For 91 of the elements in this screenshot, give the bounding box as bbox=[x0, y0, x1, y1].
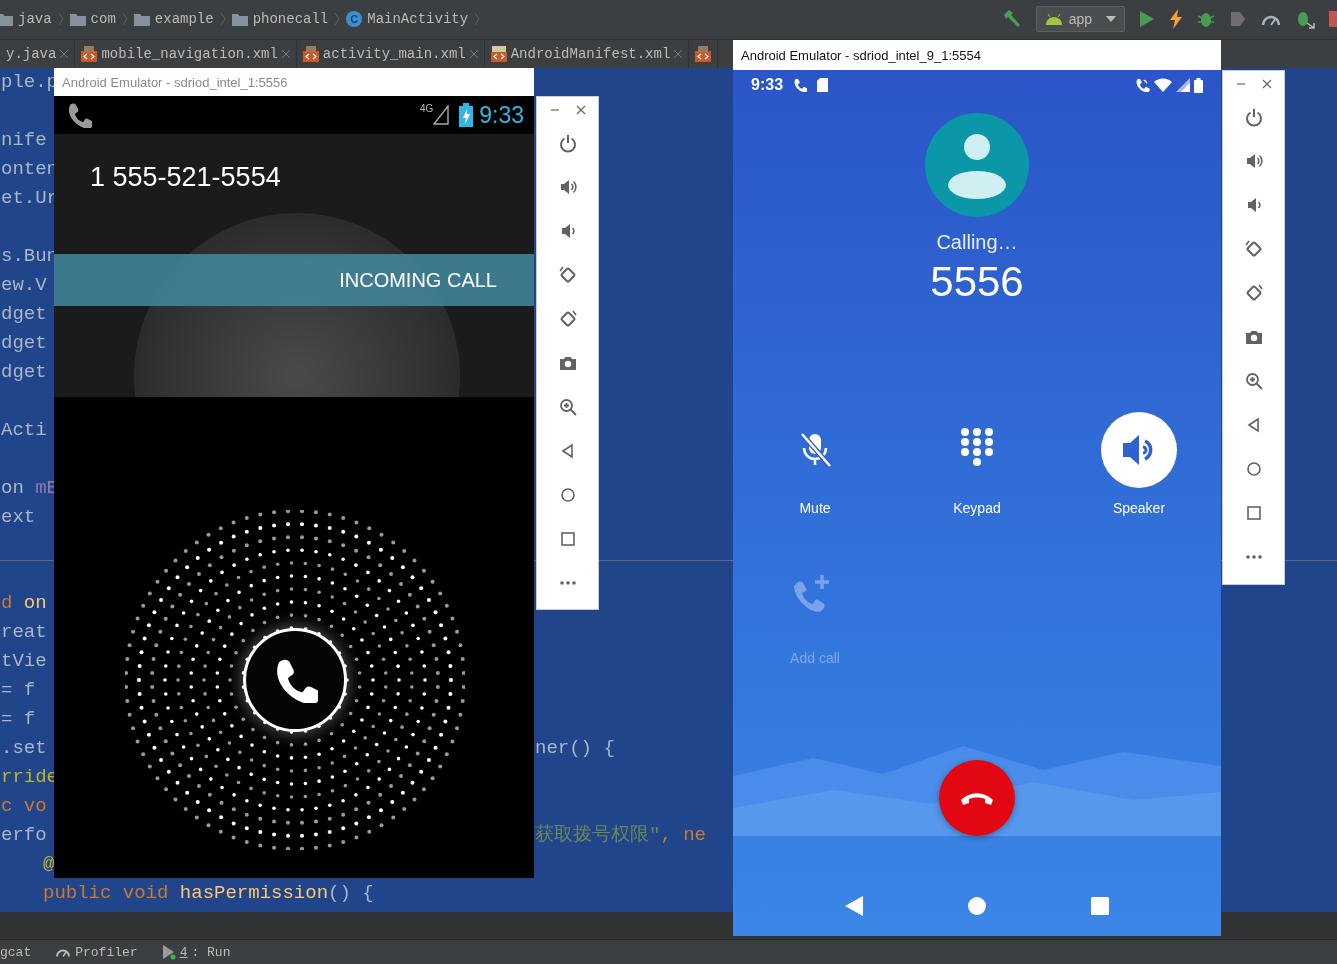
code-line: ew.V bbox=[1, 272, 47, 298]
code-line: dget bbox=[1, 301, 47, 327]
caret-icon bbox=[1106, 16, 1116, 23]
overview-icon[interactable] bbox=[1090, 897, 1109, 915]
power-icon[interactable] bbox=[1243, 107, 1264, 127]
run-icon[interactable] bbox=[1139, 10, 1155, 29]
dialed-number: 5556 bbox=[930, 257, 1024, 307]
power-icon[interactable] bbox=[557, 133, 578, 153]
breadcrumb[interactable]: java bbox=[0, 11, 52, 28]
xml-file-icon bbox=[302, 45, 319, 62]
back-icon[interactable] bbox=[845, 896, 864, 916]
code-line: tVie bbox=[1, 648, 47, 674]
zoom-in-icon[interactable] bbox=[557, 397, 578, 417]
incoming-call-banner: INCOMING CALL bbox=[54, 254, 534, 306]
folder-icon bbox=[69, 12, 86, 26]
breadcrumb[interactable]: com bbox=[69, 11, 116, 28]
speaker-icon bbox=[1101, 412, 1177, 488]
window-title: Android Emulator - sdriod_intel_9_1:5554 bbox=[733, 40, 1221, 70]
folder-icon bbox=[231, 12, 248, 26]
home-icon[interactable] bbox=[968, 897, 986, 915]
lightning-icon[interactable] bbox=[1169, 9, 1183, 30]
code-line: = f bbox=[1, 706, 36, 732]
code-line: 获取拨号权限", ne bbox=[535, 822, 706, 848]
code-line: c vo bbox=[1, 793, 47, 819]
chevron-icon bbox=[474, 12, 481, 27]
chevron-icon bbox=[121, 12, 128, 27]
rotate-left-icon[interactable] bbox=[1243, 239, 1264, 259]
rotate-left-icon[interactable] bbox=[557, 265, 578, 285]
run-icon bbox=[161, 944, 176, 960]
hang-up-icon bbox=[959, 790, 995, 806]
mute-button[interactable]: Mute bbox=[734, 412, 896, 516]
answer-button[interactable] bbox=[243, 628, 347, 732]
chevron-icon bbox=[334, 12, 341, 27]
code-line: Acti bbox=[1, 417, 47, 443]
xml-file-icon bbox=[695, 45, 712, 62]
call-status: Calling… bbox=[936, 230, 1018, 255]
signal-icon bbox=[433, 105, 450, 125]
code-line: et.Ur bbox=[1, 185, 58, 211]
battery-icon bbox=[1194, 77, 1203, 93]
close-icon[interactable] bbox=[1261, 79, 1272, 89]
code-line: dget bbox=[1, 359, 47, 385]
window-title: Android Emulator - sdriod_intel_1:5556 bbox=[54, 68, 534, 96]
class-icon: C bbox=[346, 11, 363, 28]
editor-tab[interactable]: AndroidManifest.xml bbox=[484, 39, 690, 68]
battery-icon bbox=[459, 103, 474, 127]
sd-card-icon bbox=[817, 78, 829, 92]
breadcrumb[interactable]: phonecall bbox=[231, 11, 329, 28]
code-line: reat bbox=[1, 619, 47, 645]
chevron-icon bbox=[219, 12, 226, 27]
wifi-calling-icon bbox=[1134, 78, 1150, 92]
code-line: .set bbox=[1, 735, 47, 761]
code-line: erfo bbox=[1, 822, 47, 848]
editor-tab[interactable]: mobile_navigation.xml bbox=[75, 39, 297, 68]
bug-icon[interactable] bbox=[1197, 10, 1215, 29]
signal-icon bbox=[1176, 78, 1190, 92]
run-config-dropdown[interactable]: app bbox=[1035, 6, 1125, 33]
keypad-button[interactable]: Keypad bbox=[896, 412, 1058, 516]
folder-icon bbox=[0, 12, 13, 26]
code-line: d on bbox=[1, 590, 47, 616]
tool-window-button[interactable]: gcat bbox=[0, 944, 32, 960]
code-line: ner() { bbox=[535, 735, 615, 761]
zoom-in-icon[interactable] bbox=[1243, 371, 1264, 391]
editor-tab[interactable]: y.java bbox=[0, 39, 76, 68]
editor-tab[interactable]: activity_main.xml bbox=[296, 39, 485, 68]
code-line: @ bbox=[43, 851, 55, 877]
chevron-icon bbox=[57, 12, 64, 27]
android-icon bbox=[1044, 13, 1063, 26]
speaker-button[interactable]: Speaker bbox=[1058, 412, 1220, 516]
close-icon[interactable] bbox=[575, 105, 586, 115]
code-line: public void hasPermission() { bbox=[43, 880, 374, 906]
folder-icon bbox=[133, 12, 150, 26]
tool-window-button[interactable]: Profiler bbox=[55, 944, 138, 960]
clock: 9:33 bbox=[479, 101, 524, 129]
network-label: 4G bbox=[419, 103, 434, 114]
phone-icon bbox=[66, 102, 92, 128]
code-line: ext bbox=[1, 504, 36, 530]
breadcrumb[interactable]: example bbox=[133, 11, 214, 28]
code-line: = f bbox=[1, 677, 36, 703]
code-line: nife bbox=[1, 127, 47, 153]
xml-file-icon bbox=[81, 45, 98, 62]
breadcrumb[interactable]: C MainActivity bbox=[346, 11, 469, 28]
wifi-icon bbox=[1154, 78, 1172, 92]
code-line: dget bbox=[1, 330, 47, 356]
manifest-file-icon bbox=[490, 45, 507, 62]
stop-icon[interactable] bbox=[1329, 11, 1337, 28]
bug-arrow-icon[interactable] bbox=[1295, 9, 1315, 30]
clock: 9:33 bbox=[751, 76, 784, 94]
caller-number: 1 555-521-5554 bbox=[90, 162, 281, 193]
hammer-icon[interactable] bbox=[1001, 9, 1022, 30]
tool-window-button[interactable]: 4 : Run bbox=[161, 944, 231, 960]
phone-icon bbox=[793, 78, 808, 92]
